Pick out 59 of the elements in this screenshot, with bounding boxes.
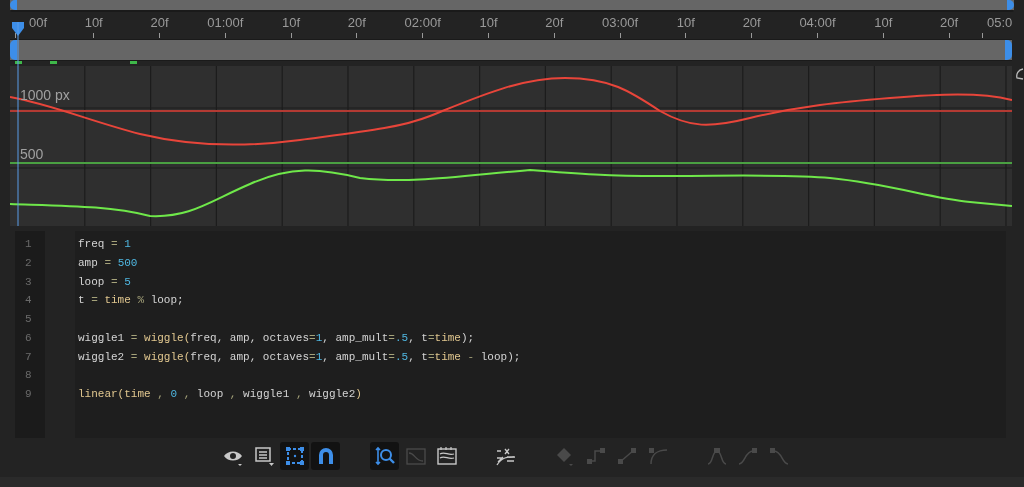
time-label: 10f <box>874 15 893 30</box>
value-curve[interactable] <box>10 169 1012 218</box>
line-number: 8 <box>24 368 33 384</box>
frame-button[interactable] <box>280 442 309 470</box>
line-number: 5 <box>24 312 33 327</box>
time-label: 02:00f <box>404 15 441 30</box>
ease-out-icon <box>767 445 790 467</box>
line-number: 2 <box>24 255 33 271</box>
time-label: 00f <box>29 15 48 30</box>
list-icon <box>252 445 275 467</box>
range-handle[interactable] <box>1007 0 1014 10</box>
keyframe-marker <box>130 61 138 64</box>
line-number: 4 <box>24 293 33 309</box>
time-label: 10f <box>282 15 301 30</box>
graph-icon <box>404 445 427 467</box>
time-label: 10f <box>479 15 498 30</box>
hold-keyframe-icon <box>584 445 607 467</box>
work-area-handle[interactable] <box>1005 40 1012 60</box>
ease-in-icon <box>736 445 759 467</box>
time-label: 04:00f <box>799 15 836 30</box>
bezier-keyframe-icon <box>646 445 669 467</box>
line-number: 1 <box>24 237 33 252</box>
graph-editor-icon <box>435 445 458 467</box>
time-label: 05:0 <box>986 15 1013 30</box>
line-number: 6 <box>24 330 33 346</box>
easy-ease-icon <box>705 445 728 467</box>
keyframe-marker <box>50 61 58 64</box>
axis-value-label: 500 <box>20 146 44 162</box>
range-bar[interactable] <box>10 0 1014 12</box>
code-line: freq = 1 <box>78 237 132 252</box>
time-label: 20f <box>545 15 564 30</box>
frame-icon <box>283 445 306 467</box>
time-label: 10f <box>676 15 695 30</box>
code-line: loop = 5 <box>78 274 132 290</box>
magnet-button[interactable] <box>311 442 340 470</box>
axis-value-label: 1000 px <box>20 87 70 103</box>
zoom-icon <box>373 445 396 467</box>
code-line: amp = 500 <box>78 255 139 271</box>
code-line: wiggle2 = wiggle(freq, amp, octaves=1, amp_mult=.5, t=time - loop); <box>78 349 521 365</box>
time-label: 20f <box>150 15 169 30</box>
curve-icon[interactable] <box>1014 66 1024 82</box>
work-area-bar[interactable] <box>10 39 1012 61</box>
keyframe-marker <box>15 61 22 64</box>
zoom-button[interactable] <box>370 442 399 470</box>
linear-keyframe-icon <box>615 445 638 467</box>
code-line: wiggle1 = wiggle(freq, amp, octaves=1, amp_mult=.5, t=time); <box>78 330 476 346</box>
time-label: 20f <box>347 15 366 30</box>
time-label: 20f <box>940 15 959 30</box>
work-area-handle[interactable] <box>10 40 17 60</box>
line-number: 9 <box>24 387 33 402</box>
code-line: linear(time , 0 , loop , wiggle1 , wiggle2) <box>78 387 363 402</box>
time-label: 20f <box>742 15 761 30</box>
time-label: 01:00f <box>207 15 244 30</box>
code-line: t = time % loop; <box>78 293 185 309</box>
range-handle[interactable] <box>10 0 17 10</box>
time-label: 03:00f <box>602 15 639 30</box>
time-label: 10f <box>84 15 103 30</box>
line-number: 3 <box>24 274 33 290</box>
line-number: 7 <box>24 349 33 365</box>
